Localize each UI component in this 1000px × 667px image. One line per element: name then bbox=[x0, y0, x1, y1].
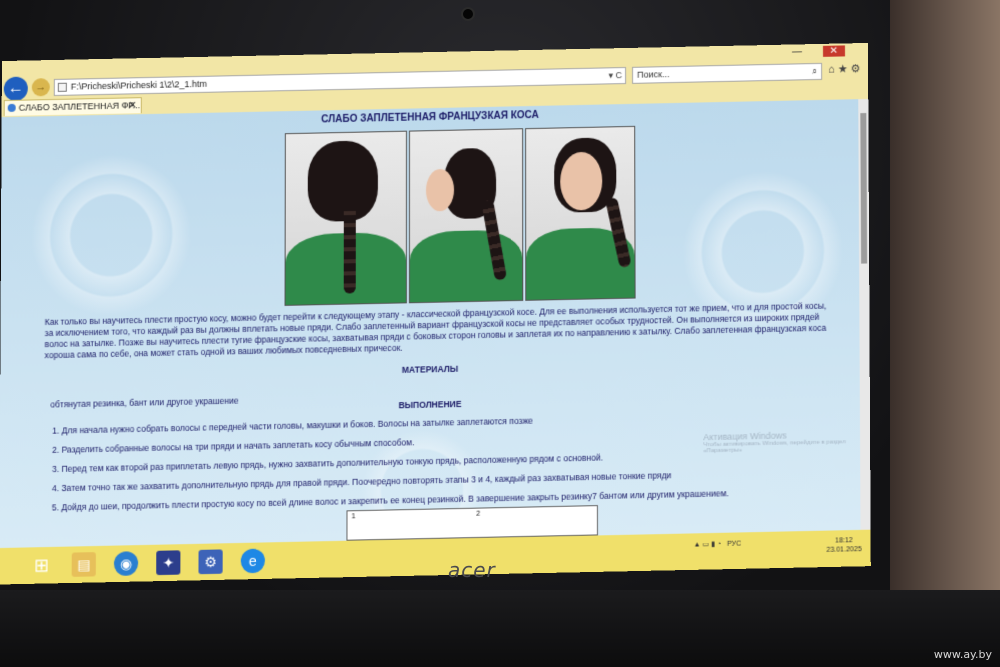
language-indicator[interactable]: РУС bbox=[727, 541, 741, 548]
forward-button[interactable]: → bbox=[31, 78, 50, 97]
background-wall bbox=[890, 0, 1000, 667]
scrollbar-thumb[interactable] bbox=[860, 113, 868, 264]
page-content: СЛАБО ЗАПЛЕТЕННАЯ ФРАНЦУЗКАЯ КОСА Как то… bbox=[0, 99, 861, 549]
system-tray[interactable]: ▲ ▭ ▮ ◔ РУС bbox=[694, 539, 742, 549]
search-placeholder: Поиск... bbox=[637, 69, 670, 80]
file-explorer-icon[interactable]: ▤ bbox=[71, 552, 96, 577]
windows-activation-notice: Активация Windows Чтобы активировать Win… bbox=[703, 430, 846, 455]
clock[interactable]: 18:12 23.01.2025 bbox=[826, 536, 861, 555]
photo-back-view bbox=[284, 130, 407, 306]
search-input[interactable]: Поиск... ⌕ bbox=[632, 62, 823, 84]
photo-side-view bbox=[408, 128, 524, 304]
tab-close-button[interactable]: ✕ bbox=[128, 98, 136, 113]
photo-strip bbox=[284, 125, 638, 306]
network-app-icon[interactable]: ⚙ bbox=[198, 549, 223, 575]
tab-active[interactable]: СЛАБО ЗАПЛЕТЕННАЯ ФР... ✕ bbox=[3, 97, 142, 117]
back-button[interactable]: ← bbox=[3, 76, 28, 102]
photo-front-view bbox=[525, 125, 636, 301]
address-bar[interactable]: F:\Pricheski\Pricheski 1\2\2_1.htm ▾ C bbox=[53, 66, 627, 96]
webcam bbox=[461, 7, 475, 21]
search-icon[interactable]: ⌕ bbox=[812, 64, 817, 79]
intro-paragraph: Как только вы научитесь плести простую к… bbox=[44, 300, 827, 361]
ie-tab-icon bbox=[7, 103, 16, 112]
edge-browser-icon[interactable]: ◉ bbox=[113, 551, 139, 577]
address-text: F:\Pricheski\Pricheski 1\2\2_1.htm bbox=[70, 78, 207, 92]
clock-date: 23.01.2025 bbox=[826, 546, 862, 554]
tab-title: СЛАБО ЗАПЛЕТЕННАЯ ФР... bbox=[18, 100, 141, 113]
steps-list: 1. Для начала нужно собрать волосы с пер… bbox=[52, 411, 756, 522]
window-controls: — ✕ bbox=[792, 45, 845, 58]
minimize-button[interactable]: — bbox=[792, 46, 802, 57]
screen: — ✕ ← → F:\Pricheski\Pricheski 1\2\2_1.h… bbox=[0, 42, 871, 585]
keyboard bbox=[0, 590, 1000, 667]
page-icon bbox=[57, 82, 67, 92]
ie-browser-icon[interactable]: e bbox=[240, 548, 265, 574]
start-button[interactable]: ⊞ bbox=[29, 553, 53, 578]
address-actions[interactable]: ▾ C bbox=[609, 68, 623, 83]
toolbar-icons[interactable]: ⌂★⚙ bbox=[828, 62, 863, 76]
close-window-button[interactable]: ✕ bbox=[822, 45, 845, 57]
brand-logo: acer bbox=[448, 558, 496, 582]
site-watermark: www.ay.by bbox=[933, 648, 992, 661]
app-icon[interactable]: ✦ bbox=[156, 550, 181, 576]
